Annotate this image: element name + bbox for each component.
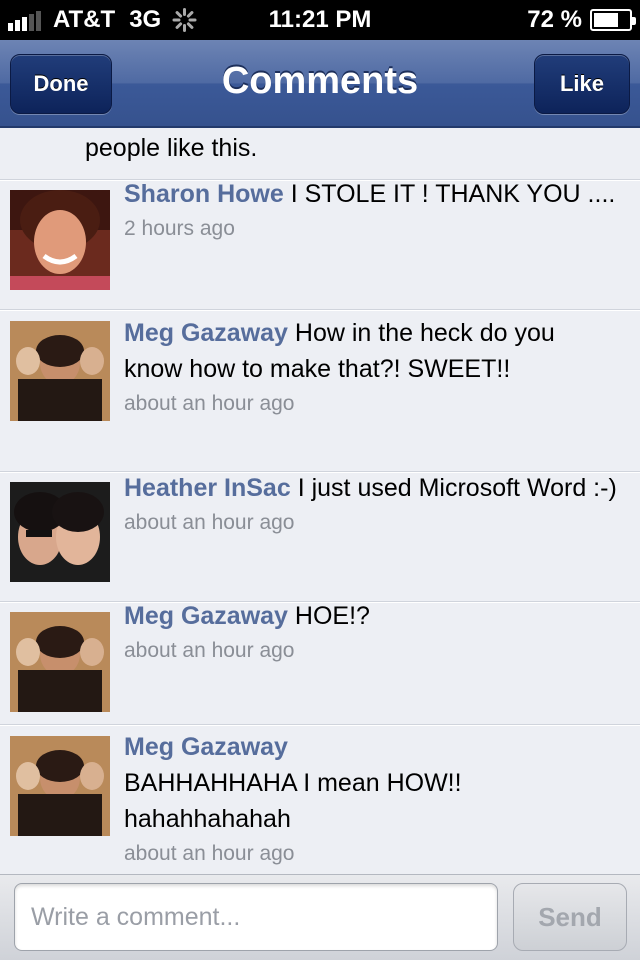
comment-timestamp: 2 hours ago [124, 217, 235, 240]
comment-text: BAHHAHHAHA I mean HOW!! hahahhahahah [124, 769, 462, 833]
comment-text: I just used Microsoft Word :-) [297, 474, 617, 502]
comment-author[interactable]: Sharon Howe [124, 180, 284, 208]
comment-text: HOE!? [294, 602, 370, 630]
navigation-bar: Done Comments Like [0, 40, 640, 128]
comments-list[interactable]: people like this. Sharon Howe I STOLE IT… [0, 130, 640, 874]
comment-item[interactable]: Meg Gazaway BAHHAHHAHA I mean HOW!! haha… [0, 725, 640, 874]
avatar-photo [10, 482, 110, 582]
comment-author[interactable]: Meg Gazaway [124, 319, 288, 347]
avatar[interactable] [10, 321, 110, 421]
comment-body: Meg Gazaway HOE!? about an hour ago [124, 598, 620, 668]
avatar[interactable] [10, 190, 110, 290]
send-button[interactable]: Send [513, 883, 627, 951]
likes-summary[interactable]: people like this. [0, 130, 640, 180]
comment-timestamp: about an hour ago [124, 842, 295, 865]
comment-text-line: Sharon Howe I STOLE IT ! THANK YOU .... [124, 176, 620, 212]
comment-item[interactable]: Meg Gazaway How in the heck do you know … [0, 310, 640, 472]
comment-author[interactable]: Meg Gazaway [124, 602, 288, 630]
avatar-photo [10, 736, 110, 836]
avatar[interactable] [10, 482, 110, 582]
comment-author[interactable]: Heather InSac [124, 474, 291, 502]
comment-timestamp: about an hour ago [124, 392, 295, 415]
comment-body: Meg Gazaway BAHHAHHAHA I mean HOW!! haha… [124, 729, 620, 871]
battery-icon [590, 9, 636, 31]
avatar-photo [10, 612, 110, 712]
comment-author[interactable]: Meg Gazaway [124, 729, 620, 765]
comment-composer: Send [0, 874, 640, 960]
comment-text-line: Meg Gazaway How in the heck do you know … [124, 315, 620, 387]
avatar[interactable] [10, 736, 110, 836]
comment-item[interactable]: Sharon Howe I STOLE IT ! THANK YOU .... … [0, 180, 640, 310]
comment-body: Meg Gazaway How in the heck do you know … [124, 315, 620, 421]
comment-input[interactable] [14, 883, 498, 951]
comment-text-line: Heather InSac I just used Microsoft Word… [124, 470, 620, 506]
battery-fill [594, 13, 619, 27]
comment-body: Sharon Howe I STOLE IT ! THANK YOU .... … [124, 176, 620, 246]
comment-timestamp: about an hour ago [124, 511, 295, 534]
comment-item[interactable]: Meg Gazaway HOE!? about an hour ago [0, 602, 640, 725]
comment-text: I STOLE IT ! THANK YOU .... [290, 180, 616, 208]
avatar-photo [10, 321, 110, 421]
comment-item[interactable]: Heather InSac I just used Microsoft Word… [0, 472, 640, 602]
status-bar: AT&T 3G 11:21 PM 72 % [0, 0, 640, 40]
status-right: 72 % [527, 6, 636, 34]
like-button[interactable]: Like [534, 54, 630, 114]
avatar-photo [10, 190, 110, 290]
comment-text-line: Meg Gazaway HOE!? [124, 598, 620, 634]
comment-body: Heather InSac I just used Microsoft Word… [124, 470, 620, 540]
avatar[interactable] [10, 612, 110, 712]
battery-percent: 72 % [527, 6, 582, 33]
comment-timestamp: about an hour ago [124, 639, 295, 662]
